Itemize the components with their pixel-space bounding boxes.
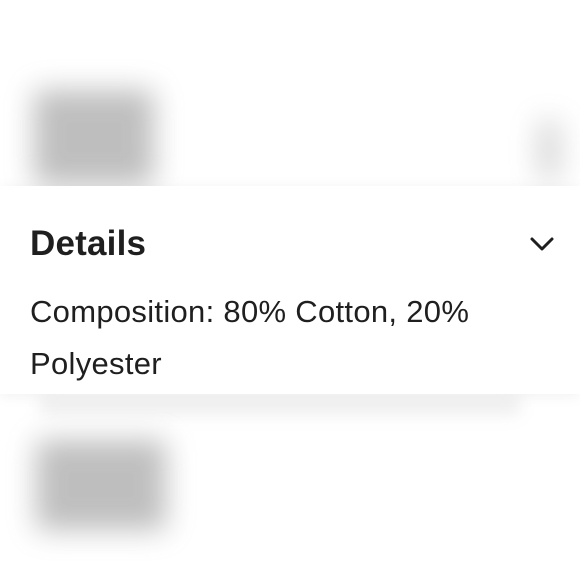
details-accordion: Details Composition: 80% Cotton, 20% Pol… [0, 186, 580, 394]
blurred-content [538, 120, 560, 180]
blurred-content [36, 440, 166, 530]
blurred-content [34, 90, 154, 185]
blurred-content [40, 396, 520, 414]
chevron-down-icon[interactable] [524, 226, 560, 262]
composition-text: Composition: 80% Cotton, 20% Polyester [30, 294, 470, 381]
details-title: Details [30, 224, 147, 263]
product-page: Details Composition: 80% Cotton, 20% Pol… [0, 0, 580, 580]
details-accordion-header[interactable]: Details [30, 222, 560, 266]
